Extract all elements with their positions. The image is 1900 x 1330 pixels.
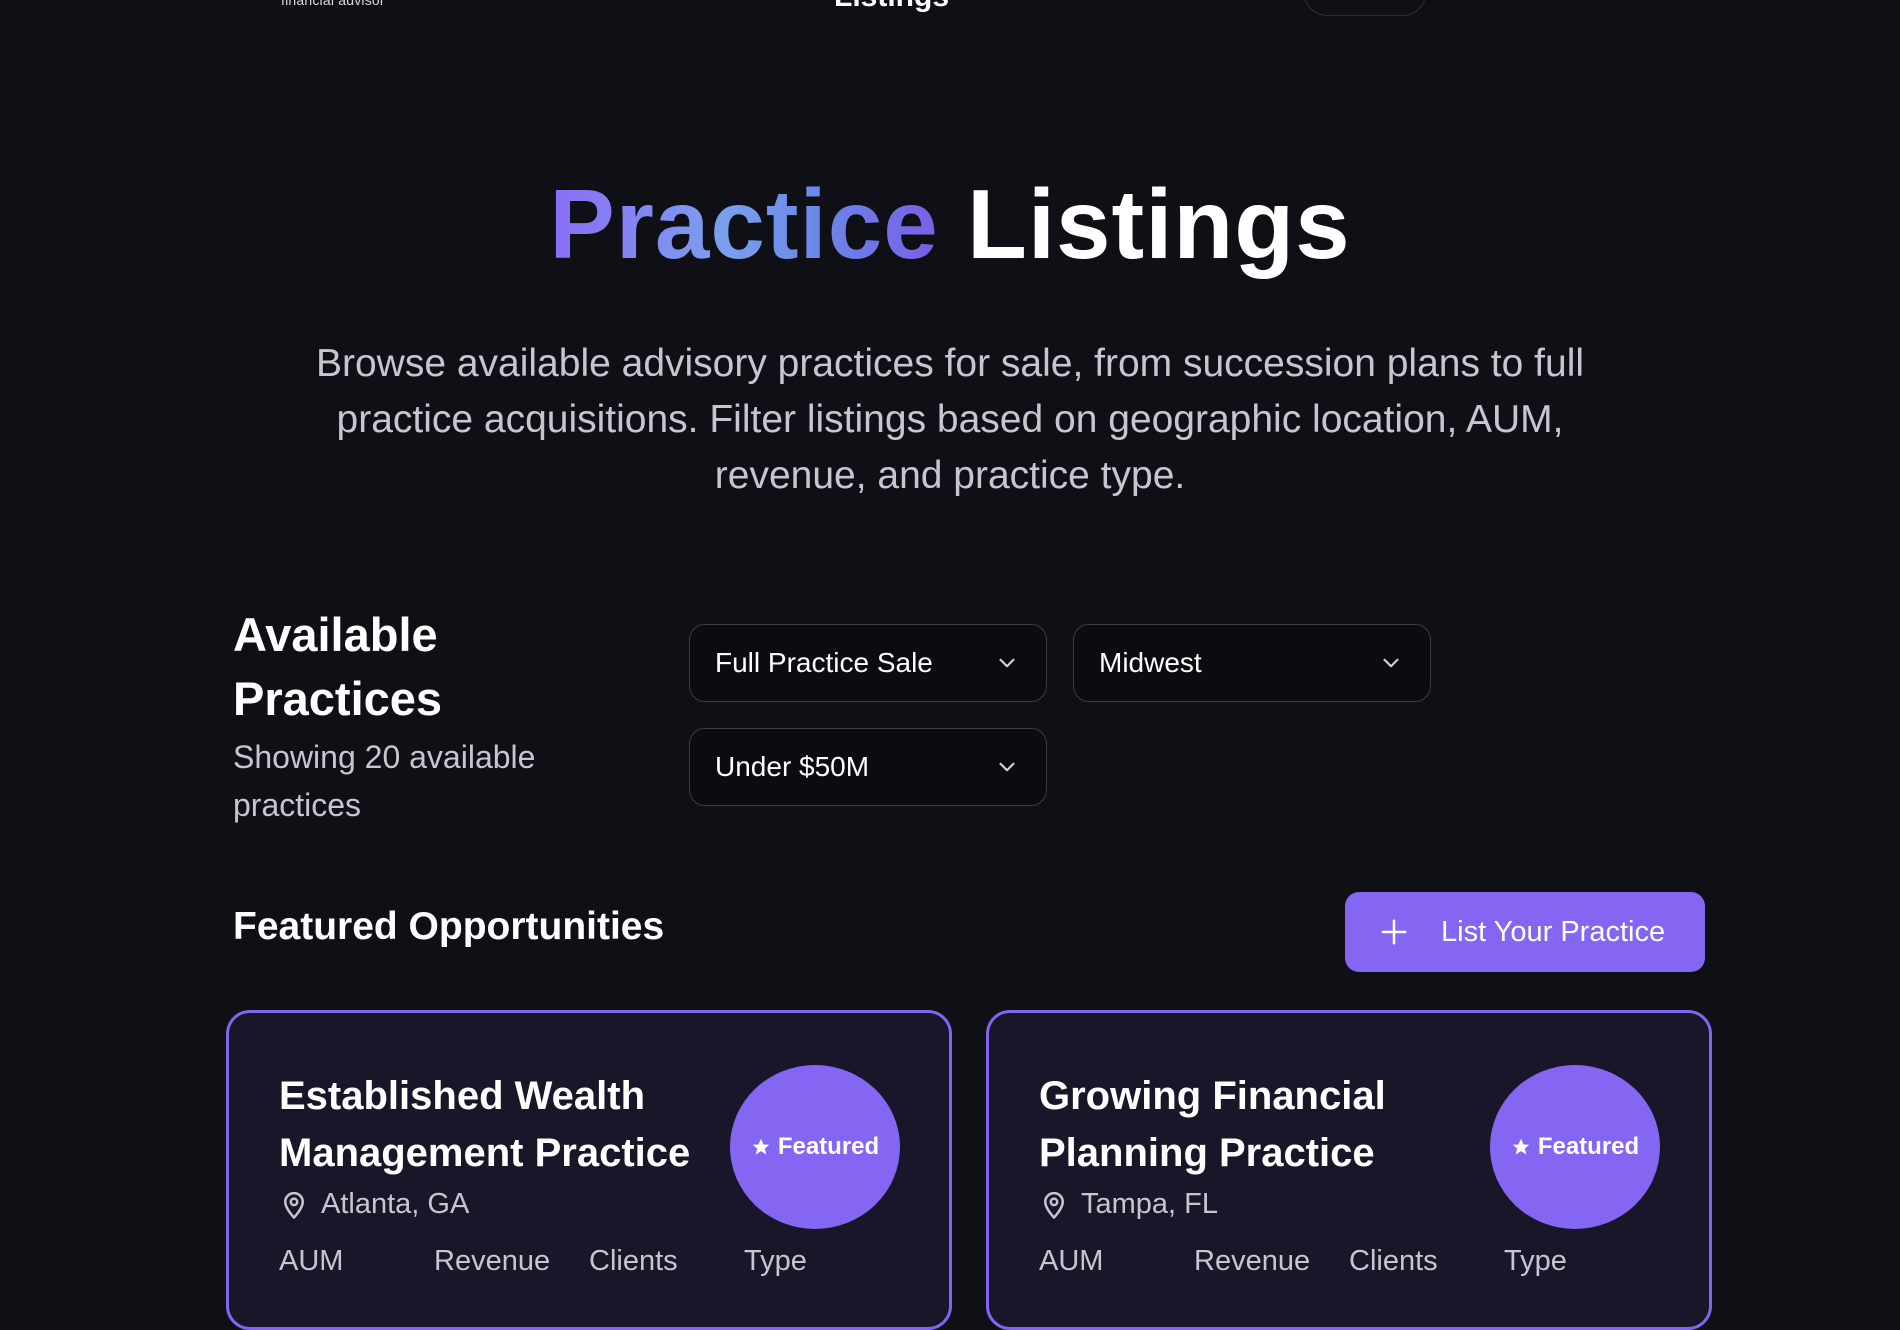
star-icon — [1512, 1138, 1530, 1155]
featured-opportunities-heading: Featured Opportunities — [233, 905, 665, 948]
region-select[interactable]: Midwest — [1073, 624, 1431, 702]
stat-label-clients: Clients — [589, 1245, 678, 1277]
stat-label-type: Type — [744, 1245, 807, 1277]
listing-card[interactable]: Growing Financial Planning Practice Tamp… — [986, 1010, 1712, 1330]
featured-badge: Featured — [1490, 1065, 1660, 1229]
page-title: Practice Listings — [0, 168, 1900, 281]
stat-label-aum: AUM — [1039, 1245, 1104, 1277]
listing-title[interactable]: Growing Financial Planning Practice — [1039, 1068, 1479, 1182]
listing-location-text: Atlanta, GA — [321, 1188, 470, 1220]
logo-subtitle: financial advisor — [281, 0, 385, 8]
aum-select[interactable]: Under $50M — [689, 728, 1047, 806]
page-title-accent: Practice — [549, 169, 939, 279]
stat-label-revenue: Revenue — [434, 1245, 551, 1277]
aum-value: Under $50M — [715, 751, 870, 782]
listing-location: Atlanta, GA — [279, 1188, 469, 1221]
stat-label-clients: Clients — [1349, 1245, 1438, 1277]
available-practices-heading: Available Practices — [233, 608, 443, 725]
page-title-rest: Listings — [966, 169, 1351, 279]
listing-location: Tampa, FL — [1039, 1188, 1218, 1221]
stat-label-aum: AUM — [279, 1245, 344, 1277]
listing-card[interactable]: Established Wealth Management Practice A… — [226, 1010, 952, 1330]
available-practices-count: Showing 20 available practices — [233, 739, 536, 823]
listing-location-text: Tampa, FL — [1081, 1188, 1218, 1220]
nav-pill-button[interactable] — [1304, 0, 1426, 16]
chevron-down-icon — [1383, 658, 1399, 668]
chevron-down-icon — [999, 658, 1015, 668]
chevron-down-icon — [999, 762, 1015, 772]
list-your-practice-button[interactable]: List Your Practice — [1345, 892, 1705, 972]
practice-type-value: Full Practice Sale — [715, 647, 933, 678]
listing-title[interactable]: Established Wealth Management Practice — [279, 1068, 719, 1182]
practice-type-select[interactable]: Full Practice Sale — [689, 624, 1047, 702]
list-your-practice-label: List Your Practice — [1441, 915, 1666, 948]
stat-label-type: Type — [1504, 1245, 1567, 1277]
map-pin-icon — [1044, 1191, 1064, 1219]
listing-stats: AUM Revenue Clients Type — [1039, 1245, 1659, 1278]
plus-icon — [1381, 919, 1407, 945]
stat-label-revenue: Revenue — [1194, 1245, 1311, 1277]
featured-badge-label: Featured — [777, 1133, 880, 1160]
listing-stats: AUM Revenue Clients Type — [279, 1245, 899, 1278]
featured-badge-label: Featured — [1537, 1133, 1640, 1160]
map-pin-icon — [284, 1191, 304, 1219]
region-value: Midwest — [1099, 647, 1202, 678]
page-subtitle: Browse available advisory practices for … — [315, 342, 1585, 497]
star-icon — [752, 1138, 770, 1155]
featured-badge: Featured — [730, 1065, 900, 1229]
nav-link-listings[interactable]: Listings — [834, 0, 949, 14]
